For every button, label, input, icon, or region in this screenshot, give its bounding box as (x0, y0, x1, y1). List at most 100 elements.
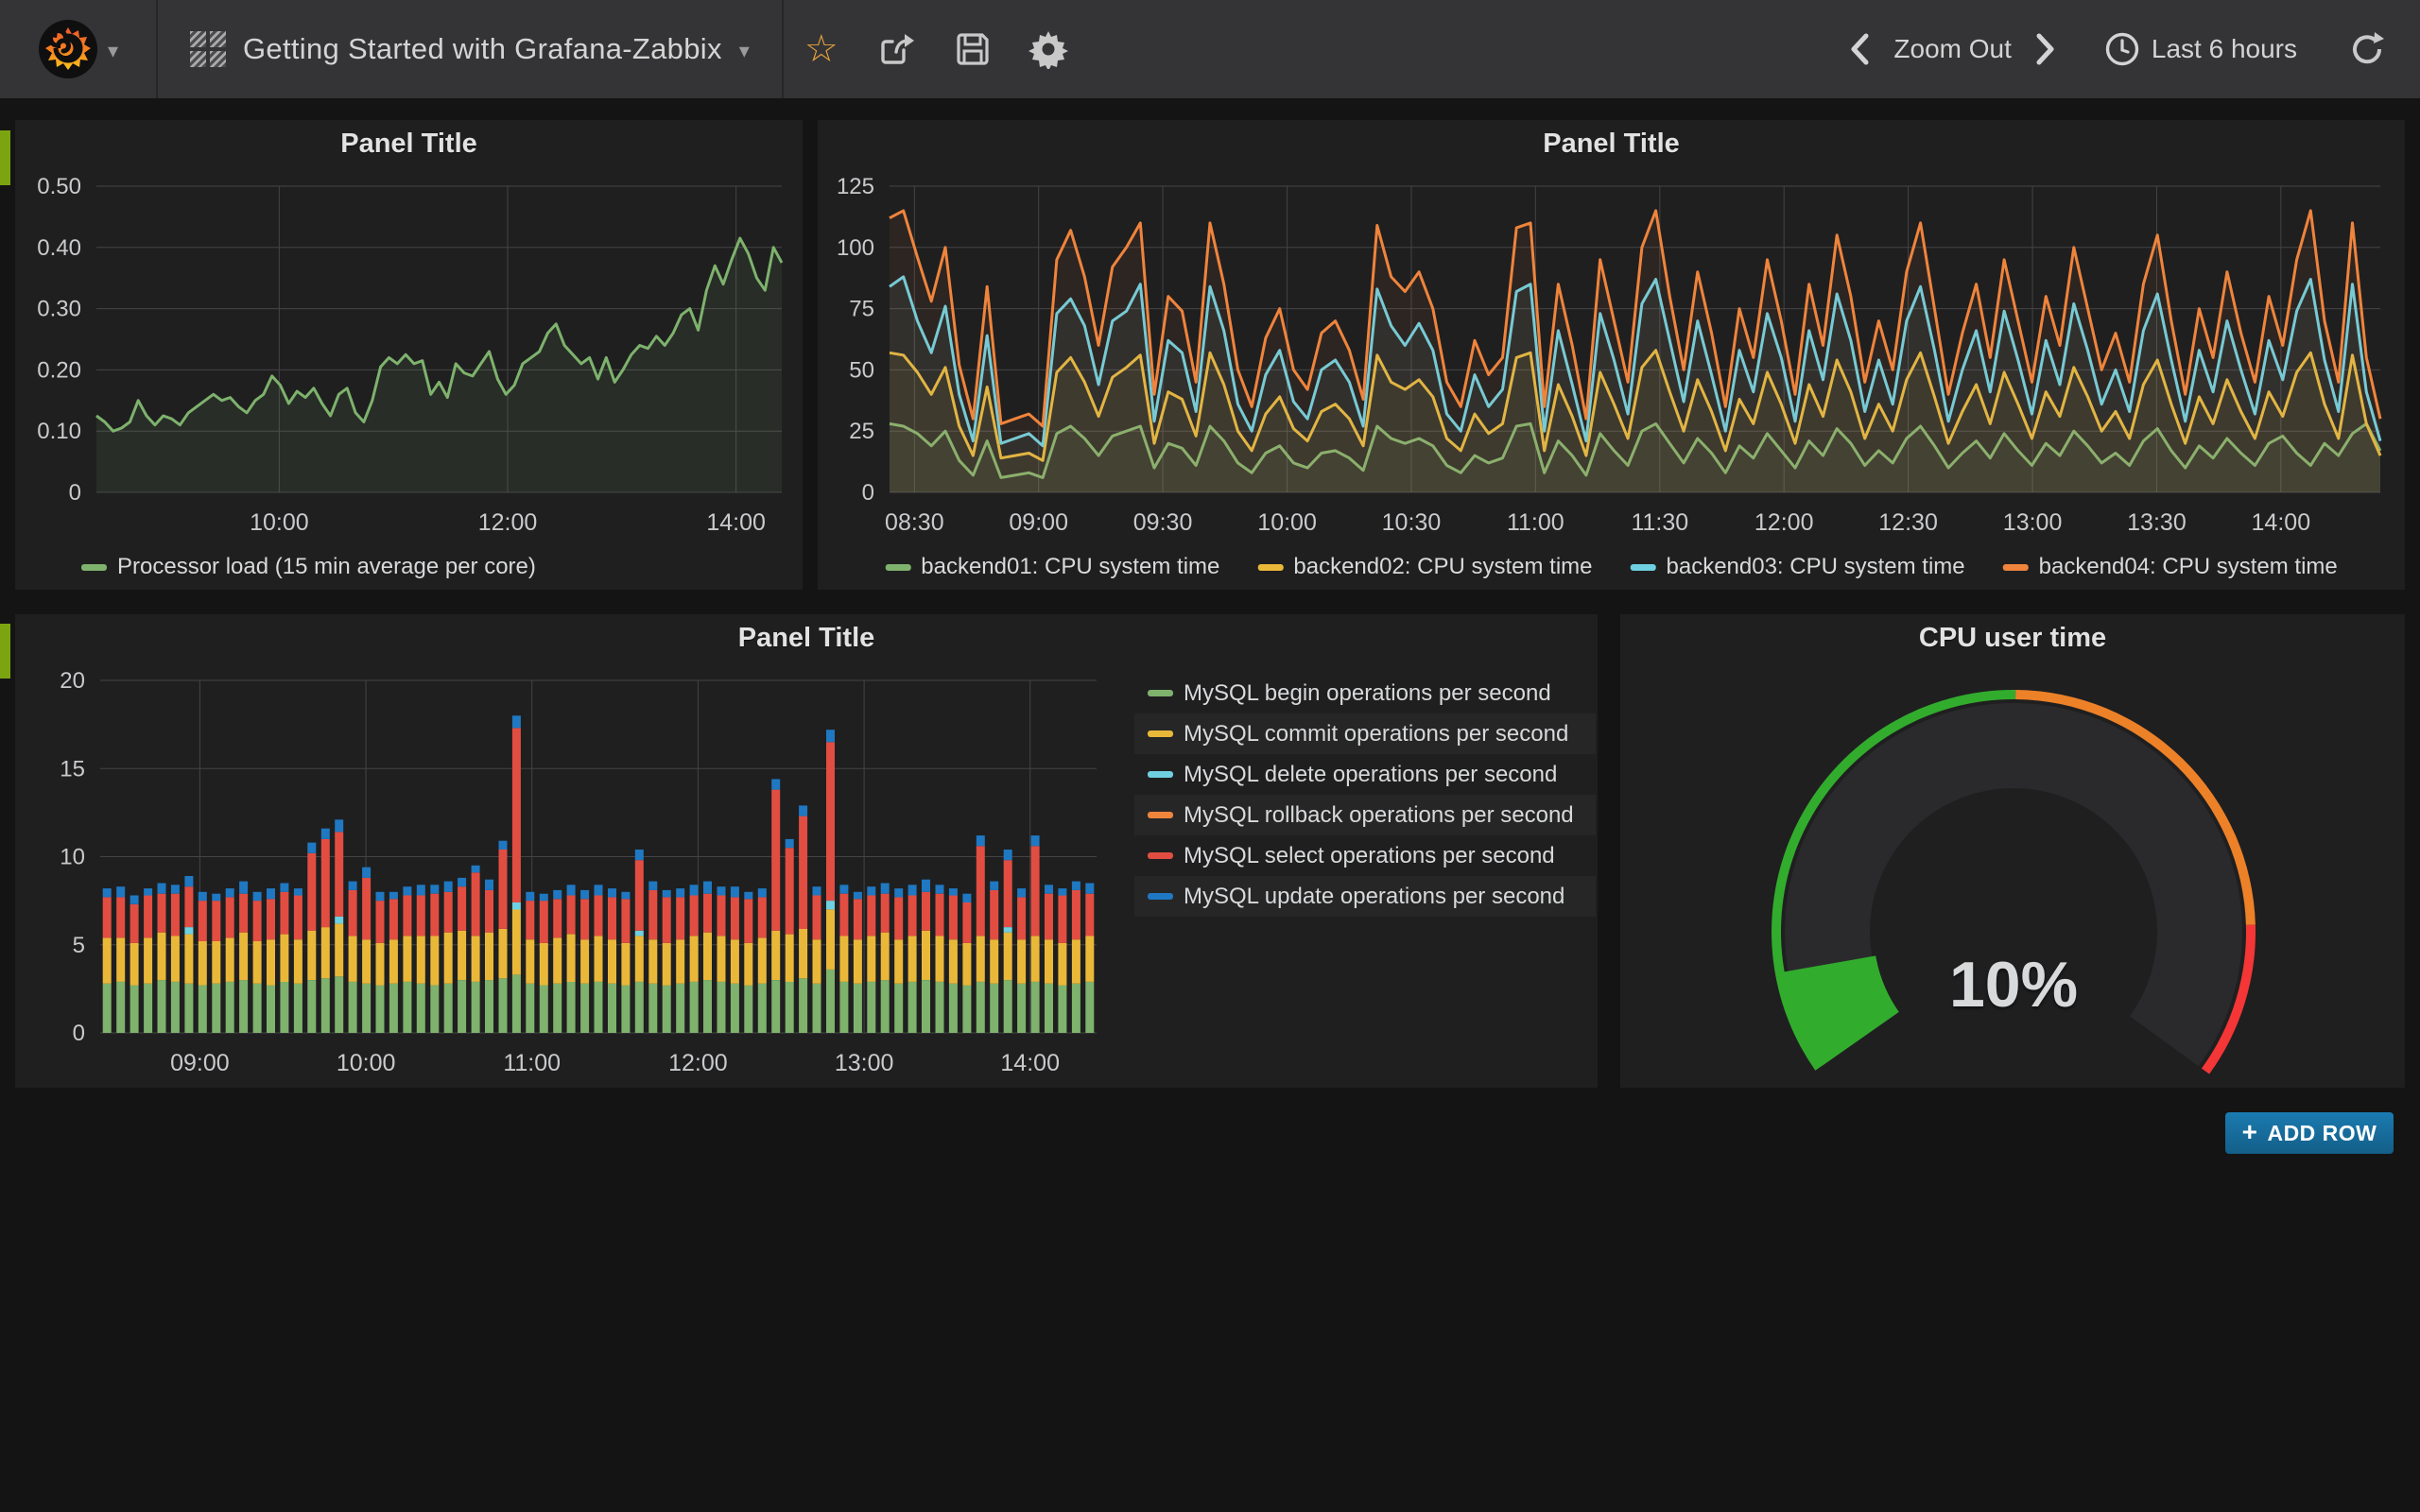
svg-text:12:00: 12:00 (668, 1050, 728, 1076)
legend-item[interactable]: Processor load (15 min average per core) (81, 554, 536, 580)
svg-text:11:00: 11:00 (503, 1050, 561, 1076)
svg-text:14:00: 14:00 (706, 509, 766, 536)
save-dashboard-button[interactable] (935, 0, 1011, 98)
legend-swatch-icon (885, 564, 910, 571)
svg-text:15: 15 (60, 756, 85, 782)
svg-text:5: 5 (73, 933, 85, 958)
navbar-time-controls: Zoom Out Last 6 hours (1839, 21, 2420, 77)
svg-text:0: 0 (69, 480, 81, 506)
legend-label: MySQL rollback operations per second (1184, 802, 1574, 829)
add-row-label: ADD ROW (2267, 1121, 2377, 1146)
legend: backend01: CPU system time backend02: CPU… (885, 554, 2338, 580)
svg-text:0.30: 0.30 (37, 297, 81, 322)
star-dashboard-button[interactable]: ☆ (784, 0, 859, 98)
navbar: ▾ Getting Started with Grafana-Zabbix ▾ … (0, 0, 2420, 98)
grafana-menu-button[interactable]: ▾ (0, 0, 158, 98)
legend-swatch-icon (1148, 812, 1173, 818)
zoom-out-button[interactable]: Zoom Out (1893, 34, 2011, 64)
legend-item[interactable]: backend01: CPU system time (885, 554, 1219, 580)
legend-item[interactable]: backend03: CPU system time (1631, 554, 1965, 580)
legend-label: backend01: CPU system time (921, 554, 1219, 580)
legend-label: MySQL begin operations per second (1184, 680, 1551, 707)
legend-item[interactable]: MySQL select operations per second (1134, 835, 1596, 876)
svg-text:10:30: 10:30 (1382, 509, 1442, 536)
svg-text:100: 100 (837, 235, 874, 261)
time-shift-left-button[interactable] (1839, 21, 1880, 77)
svg-text:12:00: 12:00 (478, 509, 538, 536)
legend-label: MySQL commit operations per second (1184, 721, 1568, 747)
gear-icon (1028, 29, 1068, 69)
legend-item[interactable]: MySQL delete operations per second (1134, 754, 1596, 795)
time-picker-button[interactable]: Last 6 hours (2104, 31, 2297, 67)
legend-swatch-icon (2003, 564, 2029, 571)
star-icon: ☆ (804, 30, 838, 68)
svg-text:09:00: 09:00 (1009, 509, 1068, 536)
legend-label: backend04: CPU system time (2039, 554, 2338, 580)
panel-title[interactable]: Panel Title (15, 120, 803, 163)
legend-item[interactable]: MySQL update operations per second (1134, 876, 1596, 917)
refresh-dashboard-button[interactable] (2348, 30, 2386, 68)
svg-text:08:30: 08:30 (885, 509, 944, 536)
svg-text:13:00: 13:00 (835, 1050, 894, 1076)
svg-text:10:00: 10:00 (250, 509, 309, 536)
panel-cpu-user-time-gauge: CPU user time 10% (1620, 614, 2405, 1088)
svg-text:125: 125 (837, 174, 874, 199)
legend-swatch-icon (1148, 852, 1173, 859)
legend-label: MySQL delete operations per second (1184, 762, 1557, 788)
chevron-left-icon (1849, 33, 1870, 65)
row-menu-tab-1[interactable] (0, 130, 10, 185)
add-row-button[interactable]: + ADD ROW (2225, 1112, 2394, 1154)
time-shift-right-button[interactable] (2025, 21, 2066, 77)
legend-swatch-icon (1148, 771, 1173, 778)
dashboard-title-dropdown[interactable]: Getting Started with Grafana-Zabbix ▾ (158, 0, 784, 98)
panel-title[interactable]: CPU user time (1620, 614, 2405, 658)
time-series-plot[interactable]: 025507510012508:3009:0009:3010:0010:3011… (818, 163, 2405, 537)
svg-text:10:00: 10:00 (337, 1050, 396, 1076)
legend-swatch-icon (1148, 730, 1173, 737)
grafana-logo-icon (38, 19, 98, 79)
dashboard-grid-icon (190, 31, 226, 67)
svg-text:0: 0 (73, 1021, 85, 1046)
svg-text:0.40: 0.40 (37, 235, 81, 261)
plus-icon: + (2242, 1117, 2258, 1147)
clock-icon (2104, 31, 2140, 67)
legend-swatch-icon (1631, 564, 1656, 571)
panel-title[interactable]: Panel Title (15, 614, 1598, 658)
stacked-bar-plot[interactable]: 0510152009:0010:0011:0012:0013:0014:00 (15, 658, 1131, 1088)
legend-item[interactable]: MySQL commit operations per second (1134, 713, 1596, 754)
refresh-icon (2348, 30, 2386, 68)
legend-item[interactable]: backend02: CPU system time (1257, 554, 1592, 580)
legend-swatch-icon (81, 564, 107, 571)
panel-processor-load: Panel Title 0 0.10 0.20 0.30 0.40 0.50 10:00 12… (15, 120, 803, 590)
legend: Processor load (15 min average per core) (81, 554, 536, 580)
legend-label: MySQL update operations per second (1184, 884, 1564, 910)
svg-text:09:30: 09:30 (1133, 509, 1193, 536)
svg-text:0.20: 0.20 (37, 357, 81, 383)
svg-text:09:00: 09:00 (170, 1050, 230, 1076)
legend-item[interactable]: backend04: CPU system time (2003, 554, 2338, 580)
save-icon (954, 30, 992, 68)
svg-text:10:00: 10:00 (1257, 509, 1317, 536)
legend-item[interactable]: MySQL rollback operations per second (1134, 795, 1596, 835)
legend-swatch-icon (1257, 564, 1283, 571)
legend-item[interactable]: MySQL begin operations per second (1134, 673, 1596, 713)
svg-text:13:00: 13:00 (2003, 509, 2063, 536)
row-menu-tab-2[interactable] (0, 624, 10, 679)
grafana-menu-caret-icon: ▾ (108, 39, 118, 63)
svg-text:0.10: 0.10 (37, 419, 81, 444)
time-series-plot[interactable]: 0 0.10 0.20 0.30 0.40 0.50 10:00 12:00 14:00 (15, 163, 803, 537)
legend-label: MySQL select operations per second (1184, 843, 1555, 869)
svg-text:11:00: 11:00 (1507, 509, 1564, 536)
panel-title[interactable]: Panel Title (818, 120, 2405, 163)
share-dashboard-button[interactable] (859, 0, 935, 98)
legend-label: backend03: CPU system time (1667, 554, 1965, 580)
gauge (1620, 658, 2405, 1088)
svg-text:14:00: 14:00 (1000, 1050, 1060, 1076)
legend-label: Processor load (15 min average per core) (117, 554, 536, 580)
share-icon (877, 29, 917, 69)
dashboard-settings-button[interactable] (1011, 0, 1086, 98)
svg-text:0.50: 0.50 (37, 174, 81, 199)
dashboard-title-caret-icon: ▾ (739, 39, 750, 63)
legend: MySQL begin operations per second MySQL c… (1134, 673, 1596, 917)
panel-mysql-operations: Panel Title 0510152009:0010:0011:0012:00… (15, 614, 1598, 1088)
